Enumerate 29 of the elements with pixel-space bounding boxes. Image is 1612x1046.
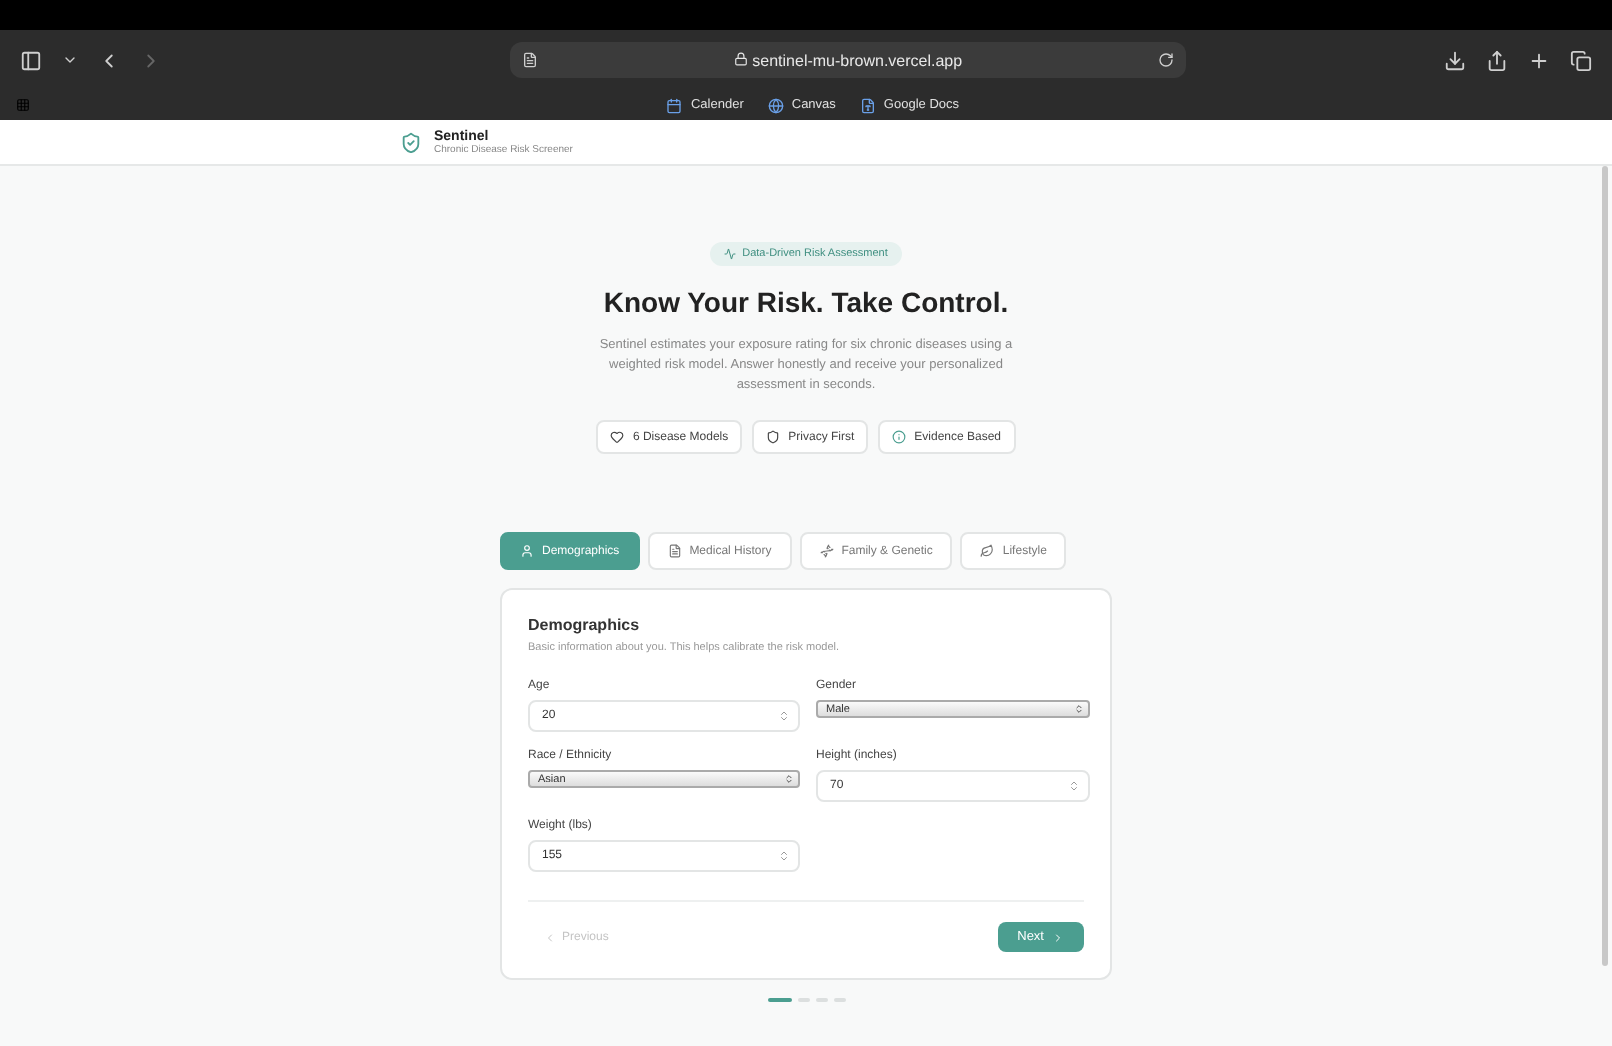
- document-icon: [667, 544, 682, 558]
- lock-icon: [733, 51, 748, 65]
- chevron-right-icon: [1052, 931, 1064, 943]
- heart-icon: [610, 430, 625, 444]
- share-icon[interactable]: [1486, 49, 1508, 71]
- tabs-icon[interactable]: [1570, 49, 1592, 71]
- select-arrows-icon: [1074, 704, 1084, 714]
- dna-icon: [819, 544, 834, 558]
- document-icon: [859, 97, 876, 113]
- leaf-icon: [980, 544, 995, 558]
- select-arrows-icon: [784, 774, 794, 784]
- shield-logo-icon: [400, 131, 422, 153]
- shield-icon: [766, 430, 781, 444]
- person-icon: [520, 544, 534, 558]
- chevron-left-icon: [544, 931, 556, 943]
- reload-icon[interactable]: [1158, 52, 1174, 68]
- address-bar[interactable]: sentinel-mu-brown.vercel.app: [510, 42, 1186, 78]
- chevron-down-icon[interactable]: [62, 52, 78, 68]
- sidebar-icon[interactable]: [20, 49, 42, 71]
- calendar-icon: [666, 97, 683, 113]
- globe-icon: [767, 97, 784, 113]
- hero-title: Know Your Risk. Take Control.: [603, 286, 1009, 318]
- pulse-icon: [724, 248, 737, 260]
- download-icon[interactable]: [1444, 49, 1466, 71]
- reader-icon[interactable]: [522, 52, 538, 68]
- info-icon: [892, 430, 907, 444]
- plus-icon[interactable]: [1528, 49, 1550, 71]
- form-title: Demographics: [528, 616, 642, 634]
- url-text: sentinel-mu-brown.vercel.app: [550, 51, 1146, 69]
